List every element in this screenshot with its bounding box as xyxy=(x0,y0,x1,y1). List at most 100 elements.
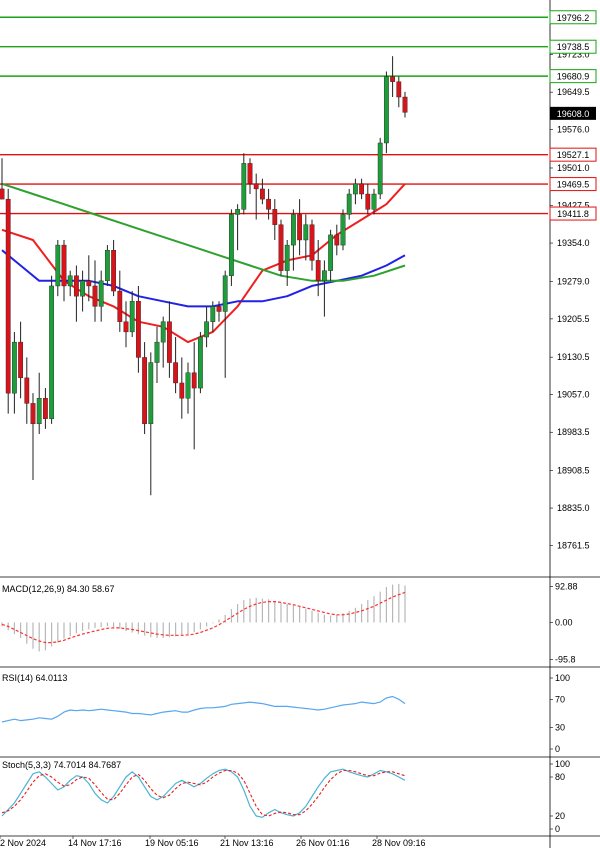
price-tick-label: 19576.0 xyxy=(557,125,590,135)
rsi-tick-label: 30 xyxy=(555,723,565,733)
candle-up xyxy=(36,398,42,425)
price-tick-label: 19649.5 xyxy=(557,87,590,97)
candle-up xyxy=(49,285,55,419)
x-axis-label: 19 Nov 05:16 xyxy=(145,838,199,848)
candle-up xyxy=(148,362,154,425)
candle-down xyxy=(73,275,79,297)
candle-up xyxy=(228,214,234,276)
candle-down xyxy=(166,321,172,363)
stoch-tick-label: 80 xyxy=(555,772,565,782)
price-tick-label: 19205.5 xyxy=(557,314,590,324)
candle-down xyxy=(191,372,197,389)
level-label: 19738.5 xyxy=(557,42,590,52)
candle-down xyxy=(216,306,222,312)
current-price-label: 19608.0 xyxy=(557,109,590,119)
candle-up xyxy=(98,280,104,307)
candle-up xyxy=(210,306,216,322)
candle-down xyxy=(123,321,129,333)
candle-up xyxy=(80,280,86,297)
stoch-label: Stoch(5,3,3) 74.7014 84.7687 xyxy=(2,760,121,770)
candle-up xyxy=(129,301,135,333)
candle-down xyxy=(43,398,48,419)
candle-down xyxy=(61,244,67,287)
candle-down xyxy=(30,403,36,425)
price-tick-label: 19130.5 xyxy=(557,352,590,362)
candle-down xyxy=(315,260,321,282)
stoch-tick-label: 100 xyxy=(555,759,570,769)
candle-down xyxy=(135,301,141,358)
rsi-tick-label: 70 xyxy=(555,694,565,704)
candle-up xyxy=(384,76,389,144)
chart-canvas: 19723.019649.519576.019501.019427.519354… xyxy=(0,0,600,848)
candle-down xyxy=(266,198,271,210)
rsi-tick-label: 0 xyxy=(555,744,560,754)
candle-down xyxy=(173,362,178,384)
candle-down xyxy=(297,214,302,241)
candle-up xyxy=(303,224,309,241)
stoch-tick-label: 0 xyxy=(555,824,560,834)
candle-up xyxy=(11,341,17,394)
candle-up xyxy=(241,163,247,210)
candle-down xyxy=(253,183,259,190)
candle-down xyxy=(18,341,23,379)
stoch-tick-label: 20 xyxy=(555,811,565,821)
candle-up xyxy=(377,142,383,195)
candle-down xyxy=(365,193,371,210)
candle-up xyxy=(185,372,191,399)
price-panel-bg xyxy=(0,0,600,577)
x-axis-label: 26 Nov 01:16 xyxy=(296,838,350,848)
rsi-tick-label: 100 xyxy=(555,673,570,683)
macd-tick-label: 0.00 xyxy=(555,618,573,628)
macd-tick-label: -95.8 xyxy=(555,655,576,665)
rsi-label: RSI(14) 64.0113 xyxy=(2,673,67,683)
x-axis-label: 12 Nov 2024 xyxy=(0,838,46,848)
candle-down xyxy=(334,234,340,246)
candle-up xyxy=(154,341,160,363)
candle-down xyxy=(402,96,408,113)
candle-up xyxy=(204,321,209,338)
stoch-signal-line xyxy=(1,769,406,817)
candle-up xyxy=(291,214,296,246)
price-tick-label: 19057.0 xyxy=(557,390,590,400)
level-label: 19411.8 xyxy=(557,209,589,219)
candle-down xyxy=(24,377,30,404)
candle-down xyxy=(179,382,185,399)
candle-down xyxy=(359,183,364,195)
candle-down xyxy=(117,290,123,322)
candle-up xyxy=(197,336,203,389)
price-tick-label: 18761.5 xyxy=(557,541,590,551)
x-axis-label: 21 Nov 13:16 xyxy=(220,838,274,848)
candle-up xyxy=(322,270,327,282)
candle-up xyxy=(104,250,110,282)
candle-up xyxy=(160,321,166,343)
candle-down xyxy=(0,188,5,200)
macd-tick-label: 92.88 xyxy=(555,582,578,592)
candle-down xyxy=(396,81,402,98)
price-tick-label: 18908.5 xyxy=(557,466,590,476)
price-tick-label: 19501.0 xyxy=(557,163,590,173)
candle-up xyxy=(340,214,346,246)
candle-up xyxy=(67,275,73,287)
candle-down xyxy=(260,188,265,200)
candle-up xyxy=(353,183,358,195)
candle-down xyxy=(278,224,284,271)
candle-up xyxy=(55,244,61,287)
macd-signal-line xyxy=(1,591,406,644)
candle-up xyxy=(284,244,290,271)
candle-down xyxy=(247,163,253,185)
trading-chart: 19723.0 19649.5 19576.0 19501.0 19427.5 19354… xyxy=(0,0,600,848)
candle-down xyxy=(309,224,315,261)
price-tick-label: 18983.5 xyxy=(557,427,590,437)
candle-up xyxy=(346,193,352,215)
candle-down xyxy=(272,209,278,225)
level-label: 19469.5 xyxy=(557,180,590,190)
price-tick-label: 18835.0 xyxy=(557,503,590,513)
candle-up xyxy=(328,234,333,271)
level-label: 19796.2 xyxy=(557,13,590,23)
candle-down xyxy=(390,76,395,82)
stoch-main-line xyxy=(1,768,406,818)
candle-down xyxy=(111,250,117,292)
candle-up xyxy=(222,275,228,312)
rsi-line xyxy=(1,695,406,723)
candle-down xyxy=(5,198,11,394)
